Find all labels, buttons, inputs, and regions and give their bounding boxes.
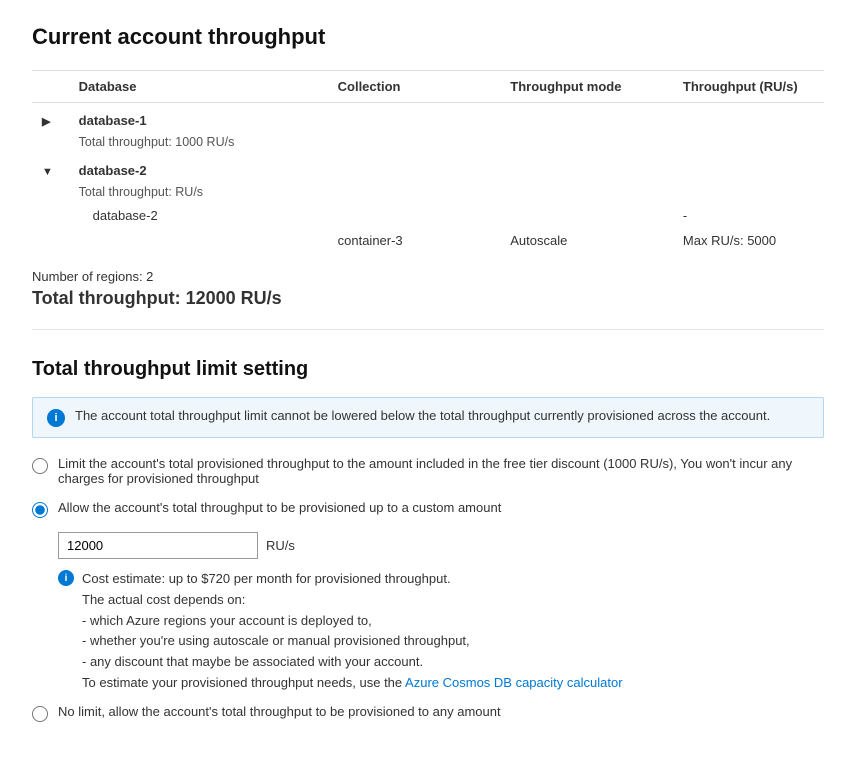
col-header-chevron <box>32 71 69 103</box>
banner-text: The account total throughput limit canno… <box>75 408 770 423</box>
total-throughput-display: Total throughput: 12000 RU/s <box>32 288 824 309</box>
radio-option-no-limit[interactable]: No limit, allow the account's total thro… <box>32 704 824 722</box>
db1-name-cell: database-1 <box>69 103 328 135</box>
chevron-right-icon: ▶ <box>42 115 56 129</box>
radio-custom-label: Allow the account's total throughput to … <box>58 500 501 515</box>
section-divider <box>32 329 824 330</box>
chevron-cell[interactable]: ▶ <box>32 103 69 135</box>
table-row: container-3 Autoscale Max RU/s: 5000 <box>32 228 824 253</box>
db2-child1-name: database-2 <box>69 203 328 228</box>
chevron-cell[interactable]: ▼ <box>32 153 69 184</box>
section2-title: Total throughput limit setting <box>32 358 824 381</box>
radio-free-tier[interactable] <box>32 458 48 474</box>
container3-mode: Autoscale <box>500 228 673 253</box>
col-header-collection: Collection <box>328 71 501 103</box>
throughput-table: Database Collection Throughput mode Thro… <box>32 70 824 253</box>
col-header-throughput-rus: Throughput (RU/s) <box>673 71 824 103</box>
table-row: database-2 - <box>32 203 824 228</box>
radio-free-tier-label: Limit the account's total provisioned th… <box>58 456 824 486</box>
table-row: ▶ database-1 <box>32 103 824 135</box>
db1-subtitle-cell: Total throughput: 1000 RU/s <box>69 134 328 153</box>
container3-rus: Max RU/s: 5000 <box>673 228 824 253</box>
radio-no-limit-label: No limit, allow the account's total thro… <box>58 704 501 719</box>
custom-input-row: RU/s <box>58 532 824 559</box>
chevron-down-icon: ▼ <box>42 165 56 179</box>
info-icon: i <box>47 409 65 427</box>
custom-amount-area: RU/s i Cost estimate: up to $720 per mon… <box>58 532 824 694</box>
table-row-sub: Total throughput: 1000 RU/s <box>32 134 824 153</box>
col-header-throughput-mode: Throughput mode <box>500 71 673 103</box>
table-row: ▼ database-2 <box>32 153 824 184</box>
page-title: Current account throughput <box>32 24 824 50</box>
radio-custom[interactable] <box>32 502 48 518</box>
capacity-calculator-link[interactable]: Azure Cosmos DB capacity calculator <box>405 675 622 690</box>
cost-info-icon: i <box>58 570 74 586</box>
custom-amount-input[interactable] <box>58 532 258 559</box>
db2-child1-rus: - <box>673 203 824 228</box>
radio-no-limit[interactable] <box>32 706 48 722</box>
col-header-database: Database <box>69 71 328 103</box>
container3-collection: container-3 <box>328 228 501 253</box>
radio-option-free-tier[interactable]: Limit the account's total provisioned th… <box>32 456 824 486</box>
table-row-sub: Total throughput: RU/s <box>32 184 824 203</box>
info-banner: i The account total throughput limit can… <box>32 397 824 438</box>
cost-estimate-text: Cost estimate: up to $720 per month for … <box>82 569 623 694</box>
db2-name-cell: database-2 <box>69 153 328 184</box>
cost-estimate-box: i Cost estimate: up to $720 per month fo… <box>58 569 824 694</box>
rus-unit-label: RU/s <box>266 538 295 553</box>
regions-info: Number of regions: 2 <box>32 269 824 284</box>
db2-subtitle-cell: Total throughput: RU/s <box>69 184 328 203</box>
radio-option-custom[interactable]: Allow the account's total throughput to … <box>32 500 824 518</box>
